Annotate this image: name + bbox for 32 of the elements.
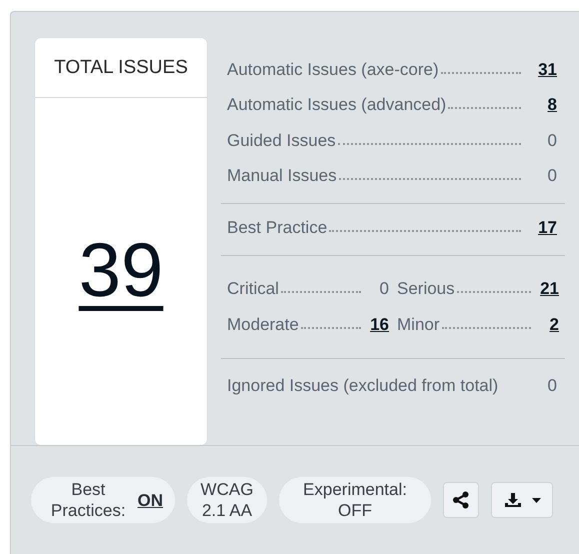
count-link[interactable]: 2 — [550, 314, 559, 334]
share-icon — [452, 491, 470, 509]
stat-label: Critical — [227, 279, 279, 299]
download-button[interactable] — [491, 482, 553, 518]
stat-label: Moderate — [227, 314, 299, 334]
stat-label: Ignored Issues (excluded from total) — [227, 374, 500, 396]
download-icon — [504, 492, 522, 508]
count-link[interactable]: 21 — [540, 279, 559, 298]
share-button[interactable] — [443, 482, 479, 518]
setting-toggle-link[interactable]: ON — [138, 490, 163, 512]
setting-label: Experimental: OFF — [302, 478, 408, 522]
count-value: 0 — [548, 166, 557, 185]
stat-label: Serious — [397, 279, 455, 299]
stat-label: Guided Issues — [227, 130, 336, 150]
stat-label: Automatic Issues (advanced) — [227, 95, 446, 115]
total-title: TOTAL ISSUES — [35, 38, 207, 98]
count-value: 0 — [548, 130, 557, 150]
caret-icon — [532, 498, 540, 502]
stat-label: Best Practice — [227, 218, 328, 238]
count-link[interactable]: 31 — [538, 60, 557, 78]
count-link[interactable]: 17 — [538, 218, 557, 236]
count-link[interactable]: 16 — [370, 314, 389, 334]
stat-label: Minor — [397, 314, 440, 334]
total-count-link[interactable]: 39 — [78, 233, 164, 309]
stat-label: Automatic Issues (axe-core) — [227, 60, 439, 80]
setting-label: WCAG 2.1 AA — [200, 478, 254, 522]
dot-leader — [300, 326, 361, 328]
count-value: 0 — [380, 279, 389, 298]
stat-label: Manual Issues — [227, 166, 337, 186]
count-value: 0 — [548, 376, 557, 395]
setting-label: Best Practices: — [50, 478, 127, 522]
count-link[interactable]: 8 — [548, 95, 557, 114]
